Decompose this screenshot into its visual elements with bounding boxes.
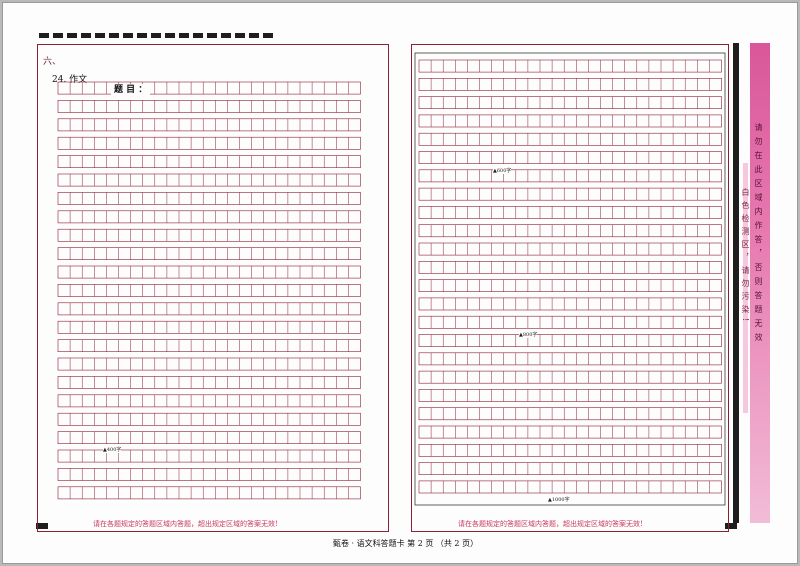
side-warning-text: 请勿在此区域内作答，否则答题无效	[754, 123, 763, 347]
grid-row[interactable]	[418, 96, 722, 109]
word-count-marker-600: ▲600字	[493, 168, 512, 174]
word-count-marker-800: ▲800字	[519, 332, 538, 338]
grid-row[interactable]	[418, 352, 722, 366]
grid-row[interactable]	[57, 81, 361, 95]
grid-row[interactable]	[57, 136, 361, 150]
grid-row[interactable]	[418, 297, 722, 311]
side-black-bar	[733, 43, 739, 523]
grid-row[interactable]	[418, 224, 722, 238]
grid-row[interactable]	[57, 155, 361, 169]
grid-row[interactable]	[57, 468, 361, 481]
footer-note-left: 请在各题规定的答题区域内答题，超出规定区域的答案无效!	[93, 520, 278, 528]
grid-row[interactable]	[418, 260, 722, 274]
grid-row[interactable]	[57, 394, 361, 408]
grid-row[interactable]	[418, 187, 722, 201]
word-count-marker-400: ▲400字	[103, 447, 122, 453]
grid-row[interactable]	[418, 315, 722, 329]
grid-row[interactable]	[418, 425, 722, 439]
grid-row[interactable]	[418, 132, 722, 146]
grid-row[interactable]	[57, 228, 361, 242]
grid-row[interactable]	[57, 339, 361, 353]
grid-row[interactable]	[57, 210, 361, 224]
grid-row[interactable]	[418, 443, 722, 457]
grid-row[interactable]	[418, 169, 722, 183]
answer-sheet: 六、 24. 作文 题 目 ： ▲400字 ▲600字 ▲800字 ▲1000字…	[3, 3, 797, 563]
grid-row[interactable]	[57, 247, 361, 261]
grid-row[interactable]	[57, 173, 361, 187]
right-grid-frame	[414, 52, 726, 506]
grid-row[interactable]	[418, 334, 722, 347]
grid-row[interactable]	[418, 480, 722, 494]
grid-row[interactable]	[57, 412, 361, 426]
grid-row[interactable]	[57, 431, 361, 445]
page-footer: 甄卷 · 语文科答题卡 第 2 页 （共 2 页）	[333, 539, 479, 548]
grid-row[interactable]	[418, 462, 722, 476]
grid-row[interactable]	[418, 407, 722, 421]
grid-row[interactable]	[57, 265, 361, 279]
side-notice-text: 白色检测区，请勿污染!	[741, 188, 750, 327]
word-count-marker-1000: ▲1000字	[548, 497, 570, 503]
grid-row[interactable]	[57, 302, 361, 316]
grid-block[interactable]	[57, 81, 361, 500]
grid-row[interactable]	[418, 114, 722, 128]
grid-row[interactable]	[418, 78, 722, 91]
grid-row[interactable]	[57, 284, 361, 297]
grid-row[interactable]	[418, 59, 722, 73]
footer-note-right: 请在各题规定的答题区域内答题，超出规定区域的答案无效!	[458, 520, 643, 528]
grid-row[interactable]	[418, 279, 722, 293]
grid-block[interactable]	[418, 59, 722, 494]
essay-title-label: 题 目 ：	[111, 84, 151, 96]
grid-row[interactable]	[57, 100, 361, 113]
grid-row[interactable]	[418, 151, 722, 164]
grid-row[interactable]	[57, 376, 361, 389]
grid-row[interactable]	[418, 206, 722, 219]
grid-row[interactable]	[418, 370, 722, 384]
grid-row[interactable]	[418, 242, 722, 256]
grid-row[interactable]	[57, 118, 361, 132]
grid-row[interactable]	[57, 192, 361, 205]
grid-row[interactable]	[57, 486, 361, 500]
grid-row[interactable]	[418, 389, 722, 402]
grid-row[interactable]	[57, 320, 361, 334]
grid-row[interactable]	[57, 357, 361, 371]
